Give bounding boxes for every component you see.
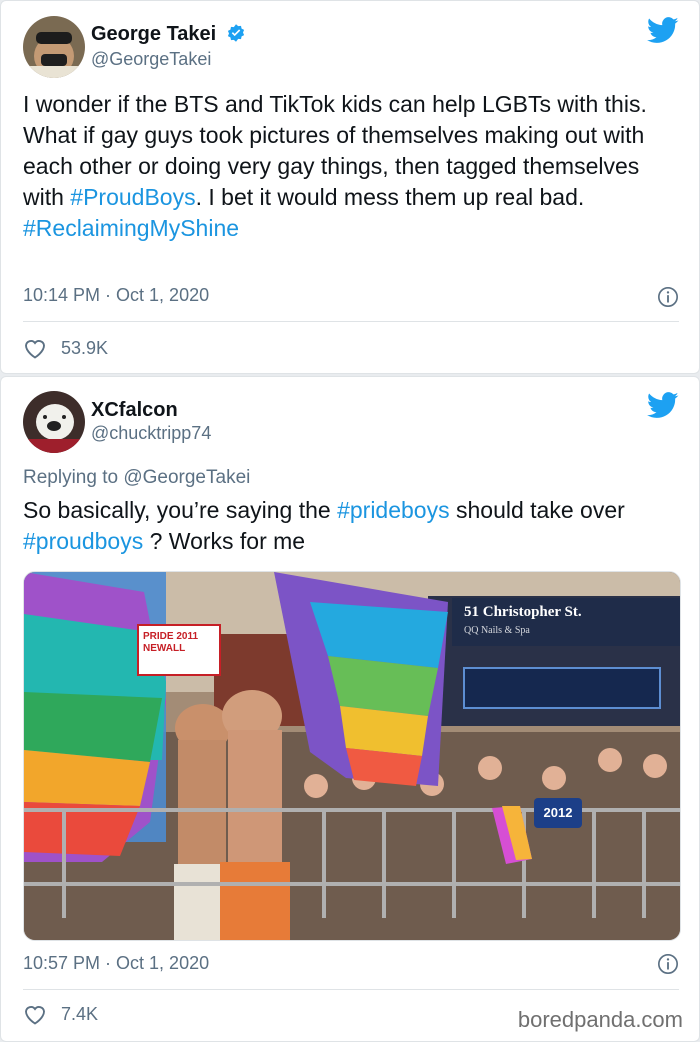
tweet-text-segment: ? Works for me xyxy=(143,528,306,554)
info-icon[interactable] xyxy=(657,953,679,975)
handle[interactable]: @chucktripp74 xyxy=(91,423,211,444)
divider xyxy=(23,989,679,990)
like-button[interactable]: 7.4K xyxy=(23,1003,98,1025)
display-name[interactable]: XCfalcon xyxy=(91,399,178,422)
like-count: 7.4K xyxy=(61,1003,99,1024)
handle[interactable]: @GeorgeTakei xyxy=(91,49,211,70)
crowd-sign-2012: 2012 xyxy=(534,798,582,828)
tweet-text-segment: . I bet it would mess them up real bad. xyxy=(195,184,585,210)
hashtag-link[interactable]: #ProudBoys xyxy=(70,184,195,210)
twitter-bird-icon[interactable] xyxy=(647,17,679,44)
timestamp[interactable]: 10:57 PM · Oct 1, 2020 xyxy=(23,953,209,974)
timestamp[interactable]: 10:14 PM · Oct 1, 2020 xyxy=(23,285,209,306)
divider xyxy=(23,321,679,322)
tweet-text-segment: should take over xyxy=(449,497,625,523)
avatar[interactable] xyxy=(23,16,85,78)
pride-parade-photo[interactable]: 51 Christopher St. QQ Nails & Spa PRIDE … xyxy=(23,571,681,941)
like-button[interactable]: 53.9K xyxy=(23,337,108,359)
heart-icon xyxy=(25,1006,45,1025)
storefront-sign: 51 Christopher St. QQ Nails & Spa xyxy=(452,598,680,646)
watermark: boredpanda.com xyxy=(517,1007,683,1032)
heart-icon xyxy=(25,340,45,359)
twitter-bird-icon[interactable] xyxy=(647,392,679,419)
info-icon[interactable] xyxy=(657,286,679,308)
street-banner: PRIDE 2011 NEWALL xyxy=(137,624,221,676)
tweet-text-segment: So basically, you’re saying the xyxy=(23,497,338,523)
tweet-text: I wonder if the BTS and TikTok kids can … xyxy=(23,89,683,244)
reply-context[interactable]: Replying to @GeorgeTakei xyxy=(23,467,250,489)
hashtag-link[interactable]: #proudboys xyxy=(23,528,143,554)
like-count: 53.9K xyxy=(61,337,109,358)
tweet-card-xcfalcon: XCfalcon @chucktripp74 Replying to @Geor… xyxy=(0,376,700,1042)
avatar[interactable] xyxy=(23,391,85,453)
tweet-text: So basically, you’re saying the #pridebo… xyxy=(23,495,683,557)
verified-badge-icon xyxy=(226,23,246,43)
hashtag-link[interactable]: #ReclaimingMyShine xyxy=(23,215,239,241)
display-name[interactable]: George Takei xyxy=(91,23,246,46)
hashtag-link[interactable]: #prideboys xyxy=(337,497,450,523)
tweet-card-george-takei: George Takei @GeorgeTakei I wonder if th… xyxy=(0,0,700,374)
